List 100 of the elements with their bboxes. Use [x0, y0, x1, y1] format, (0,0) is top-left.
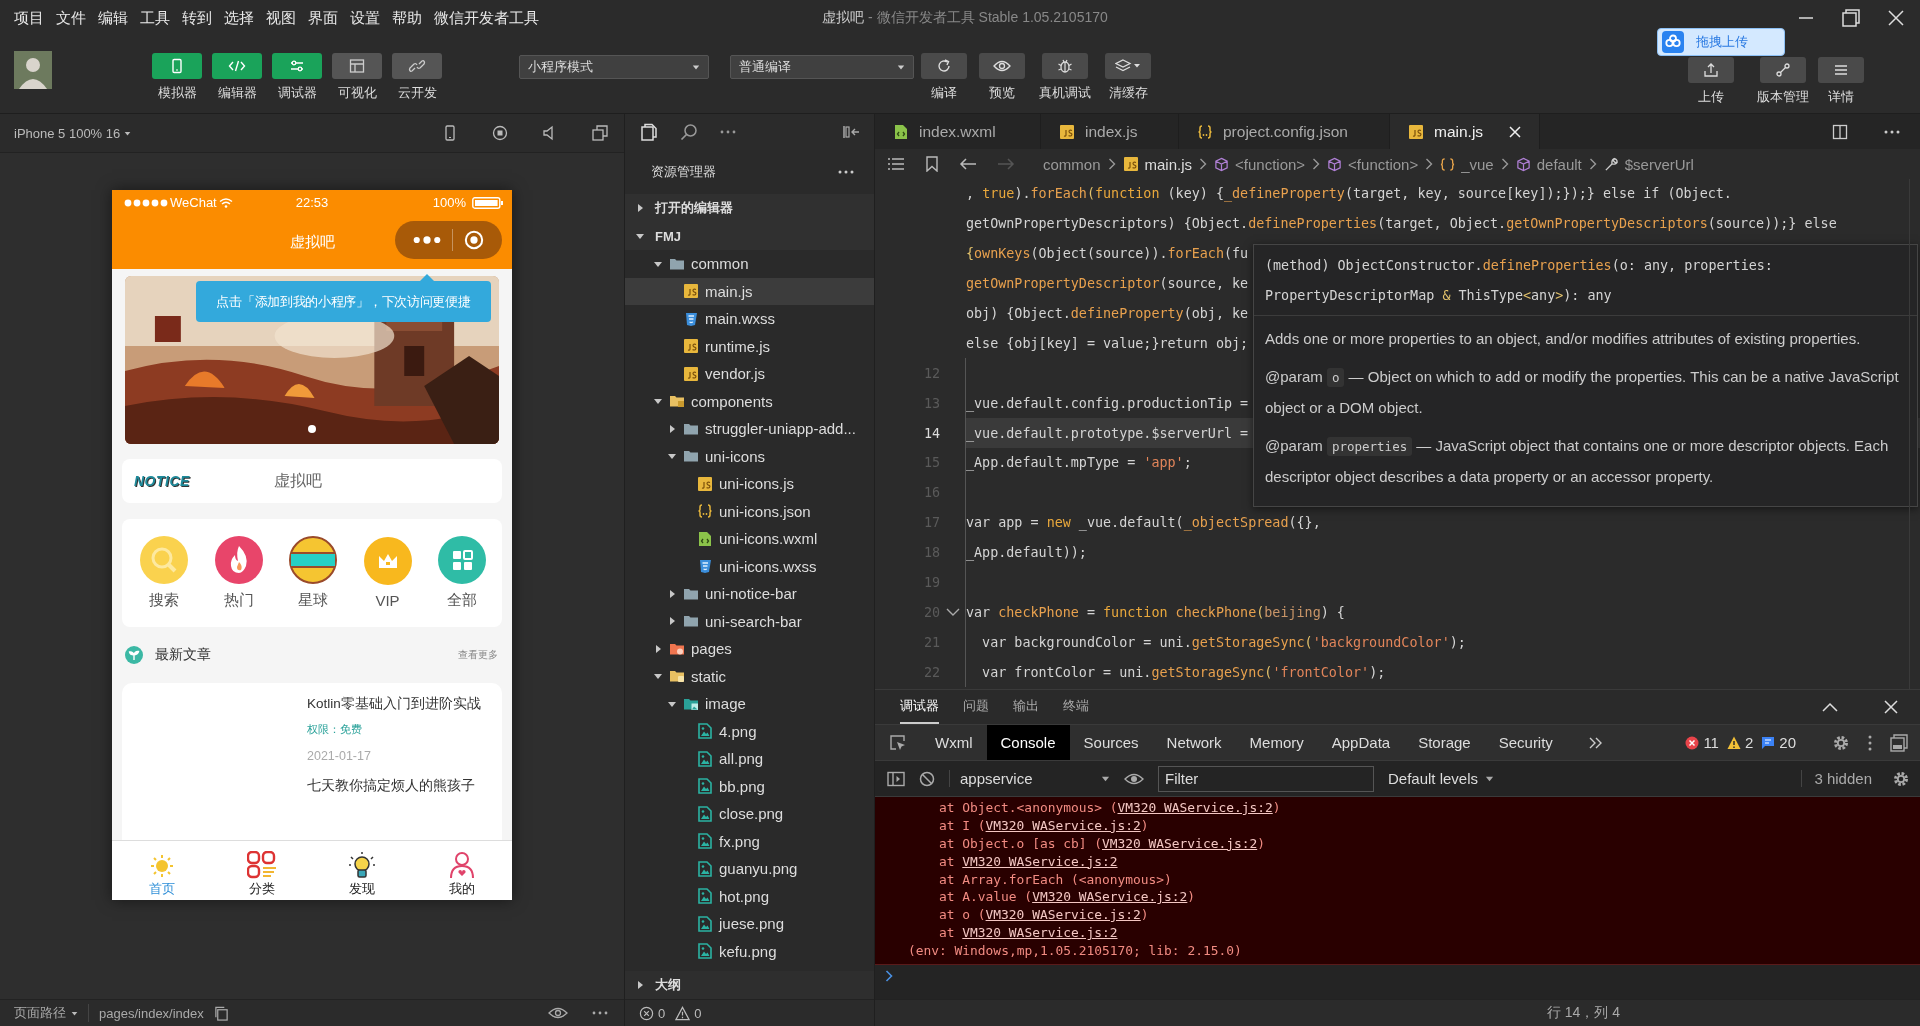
- section-header[interactable]: FMJ: [625, 222, 874, 250]
- toolbar-button[interactable]: [1760, 57, 1806, 83]
- settings-icon[interactable]: [1892, 769, 1910, 788]
- eye-icon[interactable]: [1124, 771, 1144, 786]
- more-link[interactable]: 查看更多: [458, 648, 498, 662]
- compile-select[interactable]: 普通编译: [730, 55, 914, 79]
- source-link[interactable]: VM320 WAService.js:2: [1032, 889, 1188, 905]
- article-card[interactable]: Kotlin零基础入门到进阶实战 权限：免费 2021-01-17 七天教你搞定烦人的熊孩子: [122, 683, 502, 840]
- tree-item[interactable]: uni-icons: [625, 442, 874, 470]
- upload-widget[interactable]: 拖拽上传: [1657, 28, 1785, 56]
- tree-item[interactable]: close.png: [625, 800, 874, 828]
- breadcrumb-item[interactable]: main.js: [1122, 155, 1193, 173]
- dock-icon[interactable]: [1890, 733, 1908, 752]
- error-count[interactable]: 11: [1703, 734, 1719, 751]
- maximize-icon[interactable]: [1842, 9, 1860, 27]
- tree-item[interactable]: bb.png: [625, 772, 874, 800]
- tree-item[interactable]: guanyu.png: [625, 855, 874, 883]
- window-icon[interactable]: [592, 125, 608, 141]
- category-item[interactable]: 星球: [281, 536, 345, 610]
- page-path-select[interactable]: 页面路径: [14, 1004, 89, 1022]
- device-select[interactable]: iPhone 5 100% 16: [14, 125, 132, 141]
- view-toggle-button[interactable]: [212, 53, 262, 79]
- kebab-menu-icon[interactable]: [1868, 734, 1872, 751]
- mode-select[interactable]: 小程序模式: [519, 55, 709, 79]
- menu-item[interactable]: 编辑: [92, 8, 134, 28]
- devtools-tab[interactable]: Security: [1484, 725, 1567, 760]
- source-link[interactable]: VM320 WAService.js:2: [1102, 835, 1258, 851]
- more-icon[interactable]: [838, 170, 854, 174]
- devtools-tab[interactable]: Wxml: [921, 725, 987, 760]
- collapse-panel-icon[interactable]: [842, 124, 860, 140]
- clear-console-icon[interactable]: [919, 770, 935, 787]
- eye-icon[interactable]: [548, 1006, 568, 1020]
- inspect-icon[interactable]: [889, 733, 907, 752]
- view-toggle-button[interactable]: [272, 53, 322, 79]
- close-icon[interactable]: [1509, 125, 1521, 138]
- tree-item[interactable]: uni-notice-bar: [625, 580, 874, 608]
- settings-icon[interactable]: [1832, 733, 1850, 752]
- cursor-position[interactable]: 行 14，列 4: [1546, 1004, 1620, 1022]
- source-link[interactable]: VM320 WAService.js:2: [962, 853, 1118, 869]
- editor-tab[interactable]: index.wxml: [875, 114, 1041, 149]
- tree-item[interactable]: uni-search-bar: [625, 607, 874, 635]
- tree-item[interactable]: kefu.png: [625, 937, 874, 965]
- menu-item[interactable]: 设置: [344, 8, 386, 28]
- source-link[interactable]: VM320 WAService.js:2: [985, 817, 1141, 833]
- close-target-icon[interactable]: [464, 230, 485, 250]
- editor-tab[interactable]: main.js: [1390, 114, 1540, 149]
- tree-item[interactable]: uni-icons.js: [625, 470, 874, 498]
- copy-icon[interactable]: [213, 1005, 229, 1021]
- view-toggle-button[interactable]: [392, 53, 442, 79]
- chevron-up-icon[interactable]: [1822, 702, 1838, 712]
- context-select[interactable]: appservice: [949, 770, 1110, 787]
- editor-tab[interactable]: index.js: [1041, 114, 1179, 149]
- menu-item[interactable]: 转到: [176, 8, 218, 28]
- toolbar-button[interactable]: [921, 53, 967, 79]
- menu-item[interactable]: 项目: [8, 8, 50, 28]
- more-tabs-icon[interactable]: [1588, 736, 1603, 749]
- tree-item[interactable]: main.js: [625, 277, 874, 305]
- fold-chevron-icon[interactable]: [945, 607, 960, 618]
- tree-item[interactable]: image: [625, 690, 874, 718]
- warning-count[interactable]: 2: [1744, 734, 1754, 751]
- devtools-tab[interactable]: Sources: [1069, 725, 1153, 760]
- section-header[interactable]: 打开的编辑器: [625, 194, 874, 222]
- category-item[interactable]: 热门: [206, 536, 271, 610]
- menu-item[interactable]: 微信开发者工具: [428, 8, 545, 28]
- more-icon[interactable]: [592, 1011, 608, 1015]
- tree-item[interactable]: uni-icons.json: [625, 497, 874, 525]
- tree-item[interactable]: common: [625, 250, 874, 278]
- tree-item[interactable]: vendor.js: [625, 360, 874, 388]
- section-header[interactable]: 大纲: [625, 971, 874, 999]
- view-toggle-button[interactable]: [332, 53, 382, 79]
- view-toggle-button[interactable]: [152, 53, 202, 79]
- menu-item[interactable]: 文件: [50, 8, 92, 28]
- category-item[interactable]: 全部: [430, 536, 494, 610]
- more-icon[interactable]: [720, 130, 736, 134]
- tree-item[interactable]: components: [625, 387, 874, 415]
- bookmark-icon[interactable]: [925, 156, 939, 172]
- devtools-tab[interactable]: Network: [1152, 725, 1236, 760]
- panel-tab[interactable]: 问题: [963, 690, 989, 724]
- avatar[interactable]: [14, 51, 52, 89]
- close-icon[interactable]: [1888, 10, 1904, 26]
- filter-field[interactable]: Filter: [1158, 765, 1374, 792]
- menu-item[interactable]: 帮助: [386, 8, 428, 28]
- menu-item[interactable]: 工具: [134, 8, 176, 28]
- toolbar-button[interactable]: [1688, 57, 1734, 83]
- record-icon[interactable]: [492, 125, 508, 141]
- tree-item[interactable]: pages: [625, 635, 874, 663]
- tree-item[interactable]: 4.png: [625, 717, 874, 745]
- breadcrumb-item[interactable]: default: [1515, 155, 1582, 173]
- devtools-tab[interactable]: Console: [986, 725, 1070, 760]
- more-icon[interactable]: [1884, 129, 1900, 134]
- tab-bar-item[interactable]: 我的: [412, 841, 512, 900]
- source-link[interactable]: VM320 WAService.js:2: [1117, 800, 1273, 815]
- tree-item[interactable]: hot.png: [625, 882, 874, 910]
- list-icon[interactable]: [887, 157, 905, 171]
- tree-item[interactable]: juese.png: [625, 910, 874, 938]
- article-title[interactable]: Kotlin零基础入门到进阶实战: [307, 693, 481, 715]
- tree-item[interactable]: fx.png: [625, 827, 874, 855]
- menu-item[interactable]: 选择: [218, 8, 260, 28]
- menu-item[interactable]: 视图: [260, 8, 302, 28]
- toolbar-button[interactable]: [1818, 57, 1864, 83]
